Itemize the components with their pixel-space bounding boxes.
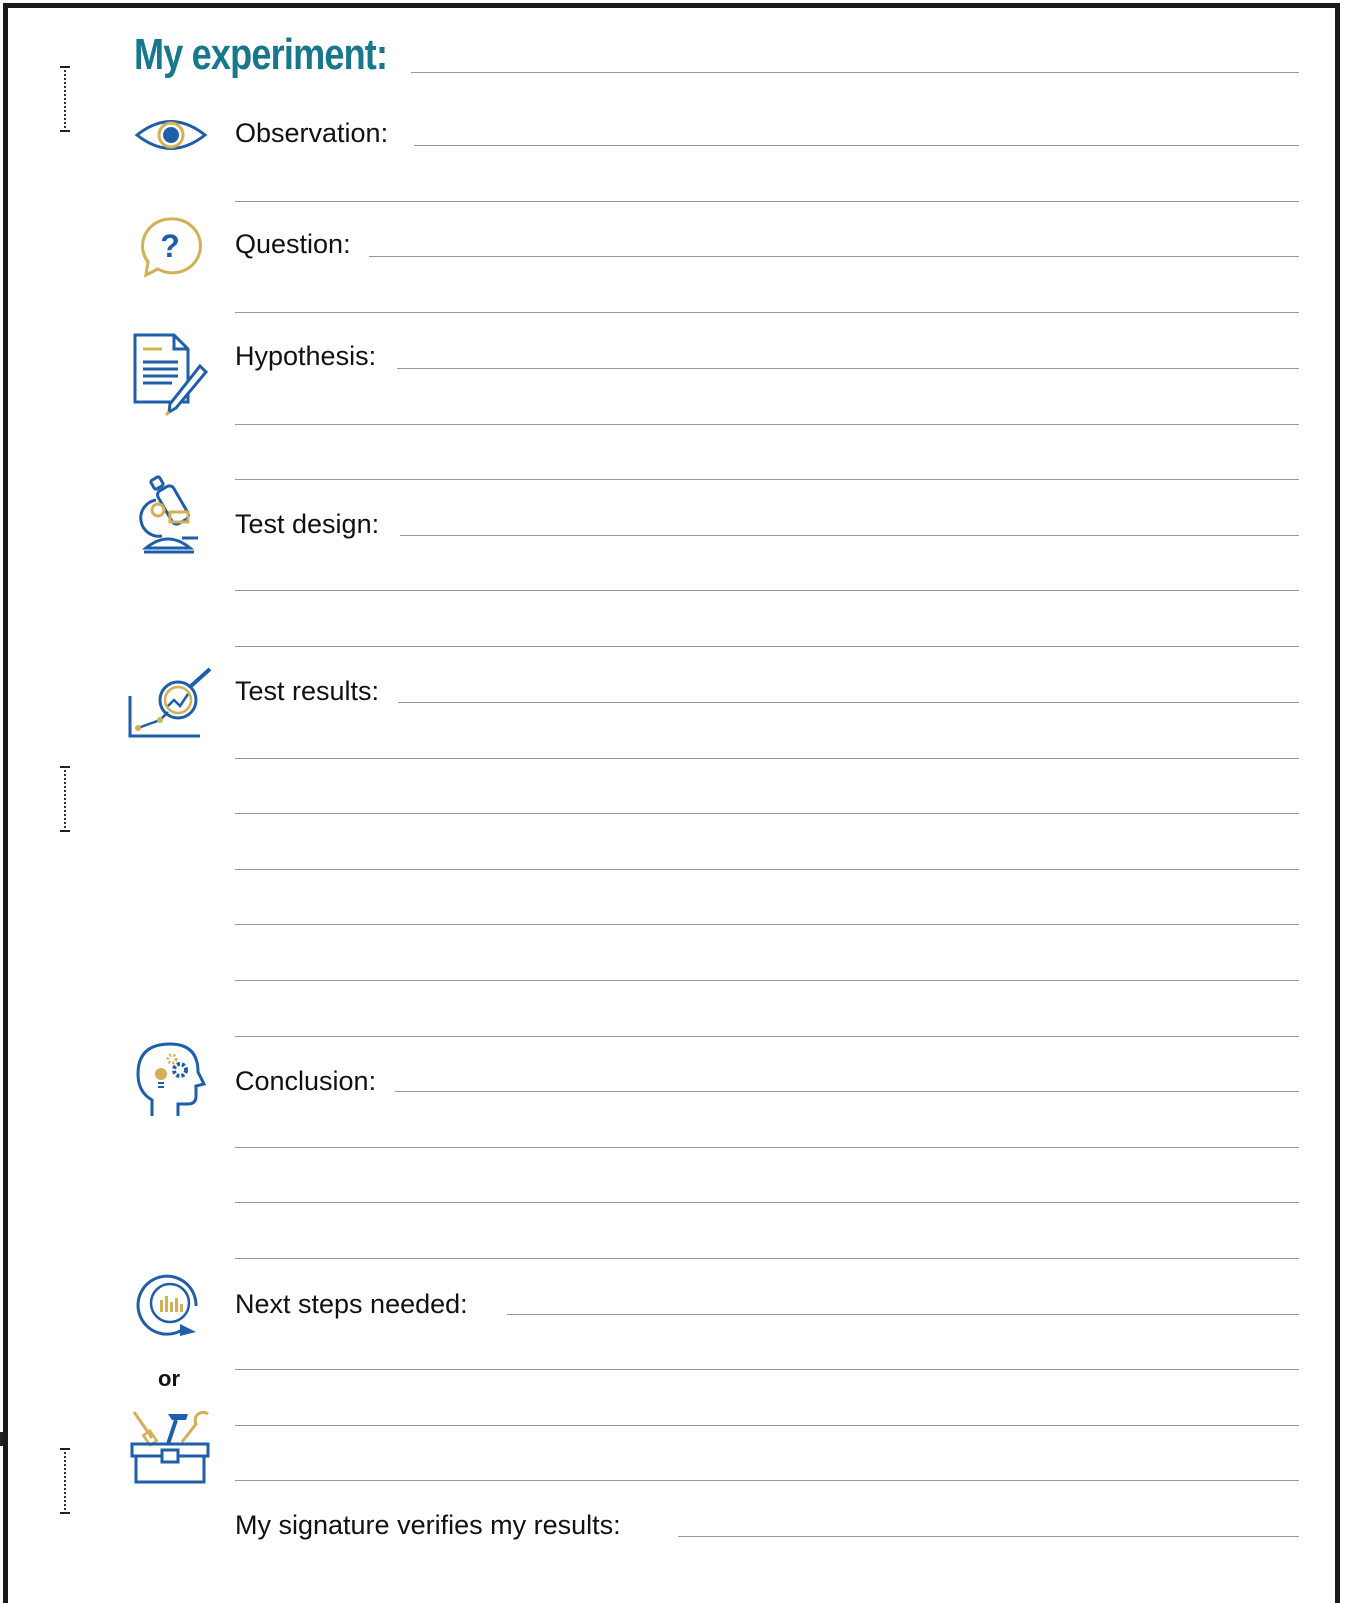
hypothesis-field-line[interactable]: [235, 479, 1299, 480]
punch-hole-marker: [60, 1448, 70, 1514]
eye-icon: [134, 120, 208, 150]
hypothesis-label: Hypothesis:: [235, 341, 377, 371]
toolbox-icon: [130, 1410, 210, 1484]
test-results-field-line[interactable]: [235, 924, 1299, 925]
microscope-icon: [139, 475, 198, 554]
question-field[interactable]: [369, 256, 1299, 257]
conclusion-label: Conclusion:: [235, 1066, 377, 1096]
document-pencil-icon: [133, 333, 209, 416]
punch-hole-marker: [60, 766, 70, 832]
chart-magnifier-icon: [128, 667, 212, 738]
conclusion-field-line[interactable]: [235, 1258, 1299, 1259]
edge-mark: [0, 1432, 3, 1446]
head-lightbulb-gears-icon: [136, 1042, 206, 1116]
observation-field-line[interactable]: [235, 201, 1299, 202]
test-results-field-line[interactable]: [235, 813, 1299, 814]
test-results-field-line[interactable]: [235, 758, 1299, 759]
page-border: [3, 3, 1340, 1603]
svg-text:?: ?: [160, 228, 180, 264]
question-bubble-icon: ?: [141, 217, 202, 278]
question-field-line[interactable]: [235, 312, 1299, 313]
test-results-field-line[interactable]: [235, 1036, 1299, 1037]
cycle-chart-icon: [136, 1274, 198, 1336]
next-steps-label: Next steps needed:: [235, 1289, 468, 1319]
conclusion-field-line[interactable]: [235, 1147, 1299, 1148]
test-results-label: Test results:: [235, 676, 380, 706]
observation-label: Observation:: [235, 118, 389, 148]
test-design-field-line[interactable]: [235, 590, 1299, 591]
question-label: Question:: [235, 229, 351, 259]
test-results-field-line[interactable]: [235, 980, 1299, 981]
hypothesis-field-line[interactable]: [235, 424, 1299, 425]
conclusion-field-line[interactable]: [235, 1202, 1299, 1203]
test-design-field-line[interactable]: [235, 646, 1299, 647]
test-results-field[interactable]: [398, 702, 1299, 703]
next-steps-field-line[interactable]: [235, 1425, 1299, 1426]
page-title: My experiment:: [134, 30, 388, 79]
test-design-label: Test design:: [235, 509, 380, 539]
signature-field[interactable]: [678, 1536, 1299, 1537]
next-steps-field-line[interactable]: [235, 1480, 1299, 1481]
test-results-field-line[interactable]: [235, 869, 1299, 870]
conclusion-field[interactable]: [395, 1091, 1299, 1092]
punch-hole-marker: [60, 66, 70, 132]
next-steps-field-line[interactable]: [235, 1369, 1299, 1370]
or-separator: or: [158, 1366, 180, 1391]
observation-field[interactable]: [414, 145, 1299, 146]
experiment-name-field[interactable]: [411, 72, 1299, 73]
test-design-field[interactable]: [400, 535, 1299, 536]
next-steps-field[interactable]: [507, 1314, 1299, 1315]
hypothesis-field[interactable]: [397, 368, 1299, 369]
signature-label: My signature verifies my results:: [235, 1510, 621, 1540]
